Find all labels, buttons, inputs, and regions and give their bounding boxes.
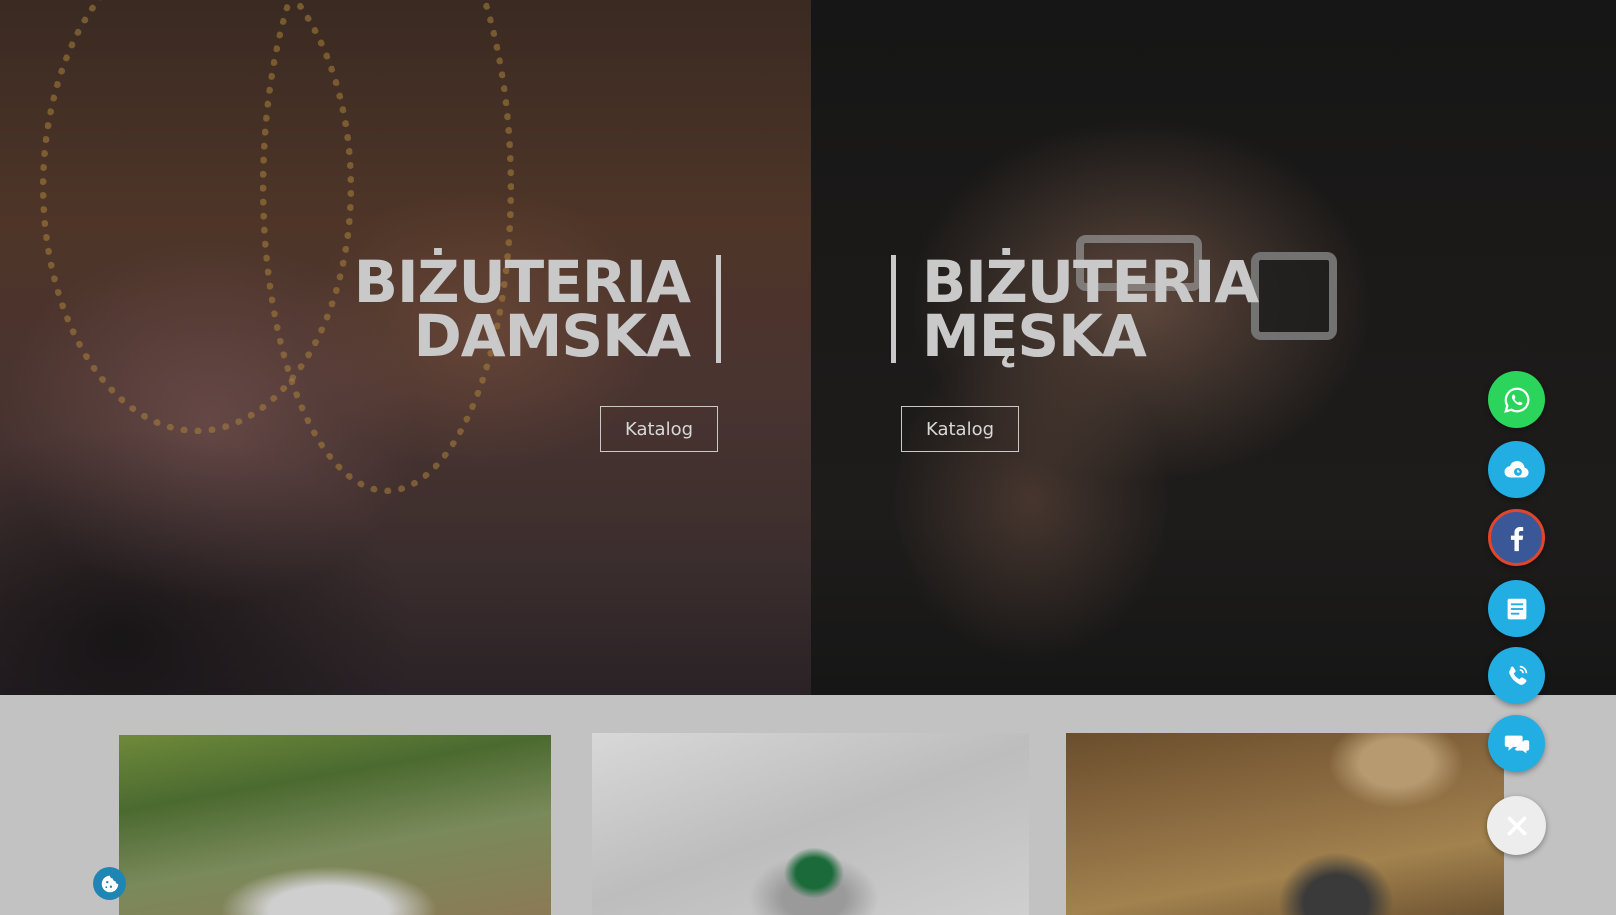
womens-title-line2: DAMSKA bbox=[413, 302, 691, 370]
hero-banner: BIŻUTERIA DAMSKA Katalog BIŻUTERIA MĘSKA… bbox=[0, 0, 1616, 695]
cookie-settings-button[interactable] bbox=[93, 867, 126, 900]
womens-jewelry-title: BIŻUTERIA DAMSKA bbox=[353, 248, 721, 370]
womens-jewelry-panel[interactable]: BIŻUTERIA DAMSKA Katalog bbox=[0, 0, 811, 695]
mens-jewelry-title: BIŻUTERIA MĘSKA bbox=[891, 248, 1259, 370]
facebook-button[interactable] bbox=[1488, 509, 1545, 566]
cloud-clock-icon bbox=[1504, 460, 1529, 478]
chat-button[interactable] bbox=[1488, 715, 1545, 772]
close-contact-menu-button[interactable] bbox=[1487, 796, 1546, 855]
cookie-icon bbox=[101, 875, 118, 892]
product-card[interactable] bbox=[592, 733, 1029, 915]
product-card[interactable] bbox=[119, 735, 551, 915]
whatsapp-button[interactable] bbox=[1488, 371, 1545, 428]
womens-title-line1: BIŻUTERIA bbox=[353, 248, 691, 316]
necklace-image bbox=[260, 0, 514, 494]
product-card[interactable] bbox=[1066, 733, 1504, 915]
phone-button[interactable] bbox=[1488, 647, 1545, 704]
form-icon bbox=[1507, 598, 1526, 619]
womens-catalog-button[interactable]: Katalog bbox=[600, 406, 718, 452]
mens-title-line1: BIŻUTERIA bbox=[922, 248, 1259, 316]
phone-icon bbox=[1508, 665, 1527, 685]
contact-form-button[interactable] bbox=[1488, 580, 1545, 637]
mens-title-line2: MĘSKA bbox=[922, 302, 1147, 370]
whatsapp-icon bbox=[1503, 387, 1529, 413]
cloud-hours-button[interactable] bbox=[1488, 441, 1545, 498]
facebook-icon bbox=[1510, 526, 1523, 551]
signet-ring-image bbox=[1251, 252, 1337, 340]
chat-icon bbox=[1504, 735, 1529, 753]
product-strip bbox=[0, 695, 1616, 915]
mens-catalog-button[interactable]: Katalog bbox=[901, 406, 1019, 452]
close-icon bbox=[1507, 816, 1526, 835]
